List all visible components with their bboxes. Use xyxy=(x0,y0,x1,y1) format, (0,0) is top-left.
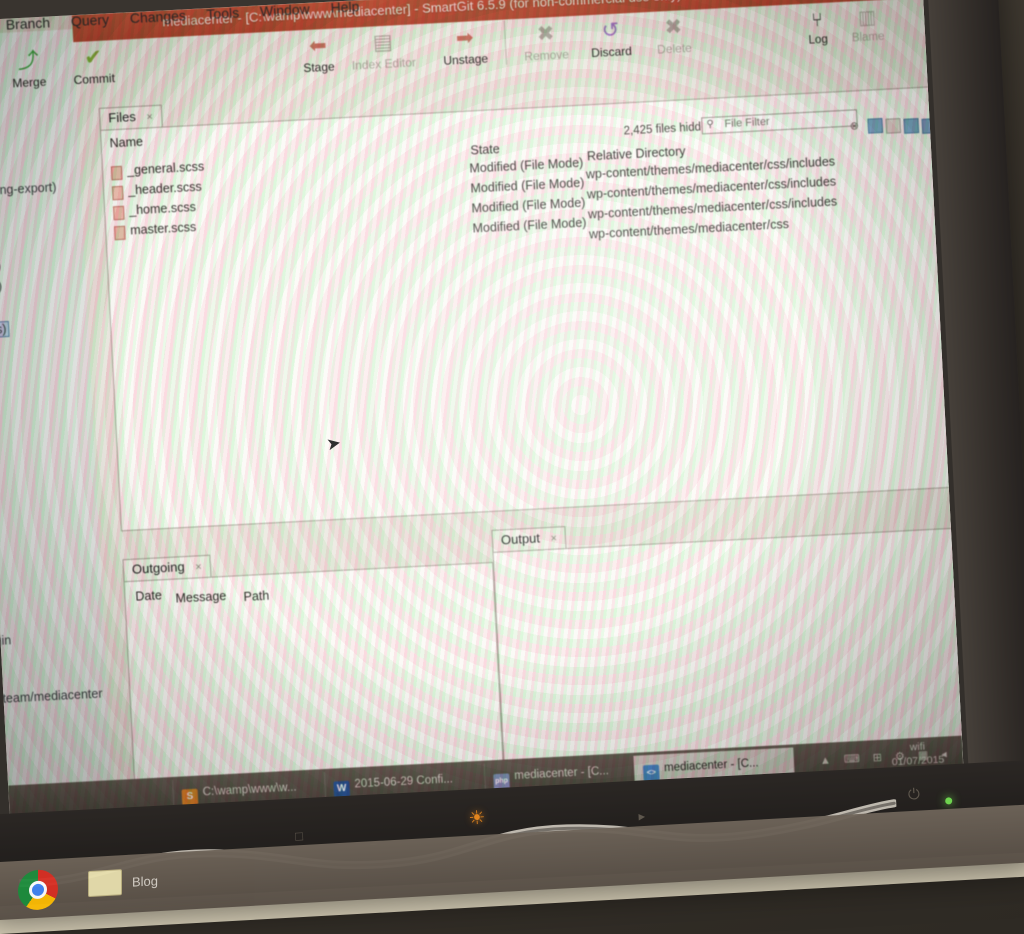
menu-item-tools[interactable]: Tools xyxy=(206,4,239,22)
file-directory: wp-content/themes/mediacenter/css xyxy=(588,216,790,242)
log-graph-icon: ⑂ xyxy=(810,9,824,32)
file-icon xyxy=(110,165,123,181)
background-window-line: gin xyxy=(0,633,12,649)
output-panel xyxy=(492,526,964,766)
merge-arrow-icon: ⤴ xyxy=(17,49,40,74)
file-icon xyxy=(112,205,125,221)
toolbar-unstage-label: Unstage xyxy=(443,51,489,68)
background-window-line: velop) xyxy=(0,279,3,296)
background-window-line-selected[interactable]: wigs) xyxy=(0,320,10,339)
column-header-date[interactable]: Date xyxy=(135,588,162,603)
toolbar-log-label: Log xyxy=(808,33,829,47)
remove-icon: ✖ xyxy=(536,22,555,46)
output-tabstrip: Output × xyxy=(491,526,567,552)
outgoing-tabstrip: Outgoing × xyxy=(122,554,212,582)
power-icon[interactable]: ⏻ xyxy=(908,786,921,804)
toolbar-log-button[interactable]: ⑂ Log xyxy=(793,7,843,47)
tab-outgoing-close-icon[interactable]: × xyxy=(195,561,202,573)
toolbar-delete-button: ✖ Delete xyxy=(637,12,711,58)
toolbar-delete-label: Delete xyxy=(656,40,693,57)
taskbar-item-smartgit-label: mediacenter - [C... xyxy=(663,757,759,775)
file-state: Modified (File Mode) xyxy=(469,155,584,176)
tab-files-label: Files xyxy=(107,109,137,126)
toolbar-index-editor-button: ▤ Index Editor xyxy=(339,27,427,73)
file-icon xyxy=(111,185,124,201)
taskbar-item-word-label: 2015-06-29 Confi... xyxy=(354,773,454,791)
file-filter-placeholder: File Filter xyxy=(724,115,770,131)
file-state: Modified (File Mode) xyxy=(472,215,587,236)
column-header-name[interactable]: Name xyxy=(109,135,143,151)
background-window-line: 1team/mediacenter xyxy=(0,686,103,707)
toolbar-merge-button[interactable]: ⤴ Merge xyxy=(0,46,66,92)
files-toggle-2[interactable] xyxy=(885,117,902,134)
desk-taskbar-item-blog[interactable]: Blog xyxy=(132,873,158,889)
blame-icon: ▥ xyxy=(857,7,877,30)
commit-check-icon: ✔ xyxy=(83,45,103,70)
toolbar-stage-label: Stage xyxy=(302,59,335,76)
menu-item-help[interactable]: Help xyxy=(330,0,360,16)
file-name[interactable]: _home.scss xyxy=(129,200,196,217)
file-name[interactable]: _header.scss xyxy=(128,180,202,198)
background-window-line: velop) xyxy=(0,259,1,275)
files-toggle-1[interactable] xyxy=(867,117,884,134)
files-toggle-3[interactable] xyxy=(903,118,920,134)
taskbar-item-phpstorm-label: mediacenter - [C... xyxy=(513,765,610,783)
file-name[interactable]: master.scss xyxy=(130,220,197,237)
photo-scene: hopping-export) velop) velop) wigs) gin … xyxy=(0,0,1024,934)
monitor-screen: hopping-export) velop) velop) wigs) gin … xyxy=(0,0,964,820)
tab-files-close-icon[interactable]: × xyxy=(146,111,153,123)
toolbar-merge-label: Merge xyxy=(11,74,47,91)
monitor: hopping-export) velop) velop) wigs) gin … xyxy=(0,0,1024,908)
column-header-message[interactable]: Message xyxy=(175,589,226,606)
toolbar-separator xyxy=(503,20,508,65)
file-state: Modified (File Mode) xyxy=(471,195,586,216)
chrome-icon[interactable] xyxy=(18,868,58,911)
power-led xyxy=(945,797,953,805)
delete-icon: ✖ xyxy=(663,15,683,40)
toolbar-unstage-button[interactable]: ➡ Unstage xyxy=(428,23,502,69)
column-header-path[interactable]: Path xyxy=(243,589,269,604)
toolbar-blame-label: Blame xyxy=(851,30,885,45)
tab-output-close-icon[interactable]: × xyxy=(550,533,557,545)
column-header-state[interactable]: State xyxy=(470,142,500,158)
toolbar-commit-button[interactable]: ✔ Commit xyxy=(56,42,130,88)
column-header-relative-directory[interactable]: Relative Directory xyxy=(587,144,686,163)
background-window-line: hopping-export) xyxy=(0,180,57,199)
taskbar-item-wamp-label: C:\wamp\www\w... xyxy=(202,781,297,799)
toolbar-commit-label: Commit xyxy=(73,71,116,88)
menu-item-query[interactable]: Query xyxy=(70,11,109,29)
smartgit-window: mediacenter - [C:\wamp\www\mediacenter] … xyxy=(5,0,964,820)
toolbar-remove-button: ✖ Remove xyxy=(509,19,583,65)
files-panel: Name State Relative Directory 2,425 file… xyxy=(99,84,964,532)
tab-outgoing-label: Outgoing xyxy=(131,559,186,577)
toolbar-remove-label: Remove xyxy=(523,47,570,64)
unstage-icon: ➡ xyxy=(455,26,475,51)
tab-output-label: Output xyxy=(500,530,541,548)
toolbar-blame-button: ▥ Blame xyxy=(841,4,895,45)
toolbar-discard-label: Discard xyxy=(590,43,633,61)
filter-search-icon: ⚲ xyxy=(706,118,715,131)
index-editor-icon: ▤ xyxy=(372,30,394,55)
folder-icon[interactable] xyxy=(88,869,122,898)
file-state: Modified (File Mode) xyxy=(470,175,585,196)
file-icon xyxy=(113,225,126,241)
file-name[interactable]: _general.scss xyxy=(127,160,205,178)
files-tabstrip: Files × xyxy=(98,104,163,130)
toolbar-index-editor-label: Index Editor xyxy=(351,55,417,73)
filter-clear-icon[interactable]: ⊗ xyxy=(849,119,859,132)
file-filter-input[interactable]: ⚲ File Filter xyxy=(701,109,858,135)
